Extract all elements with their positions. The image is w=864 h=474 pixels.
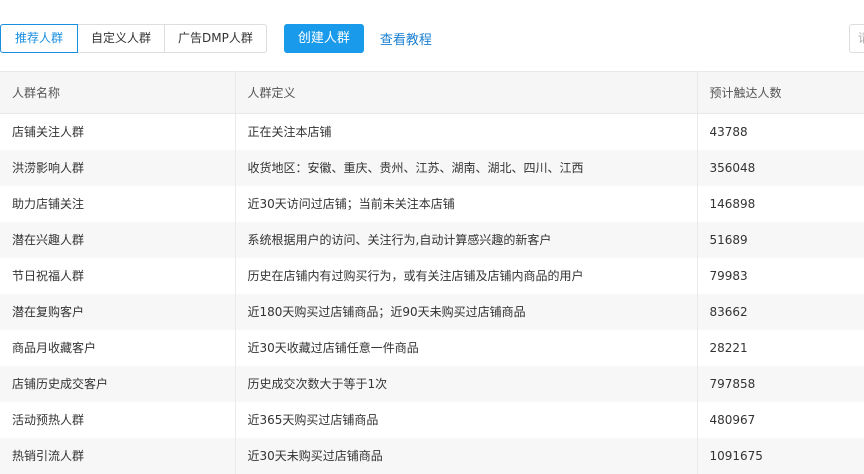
table-row[interactable]: 潜在兴趣人群 系统根据用户的访问、关注行为,自动计算感兴趣的新客户 51689	[0, 221, 864, 258]
audience-name: 热销引流人群	[0, 437, 236, 474]
create-audience-button[interactable]: 创建人群	[283, 24, 364, 53]
column-header-definition: 人群定义	[235, 71, 698, 114]
estimated-reach: 356048	[697, 149, 864, 186]
audience-name: 潜在兴趣人群	[0, 221, 236, 258]
audience-name: 店铺关注人群	[0, 113, 236, 150]
estimated-reach: 480967	[709, 412, 756, 427]
column-header-reach: 预计触达人数	[697, 71, 864, 114]
audience-definition: 近365天购买过店铺商品	[235, 401, 698, 438]
audience-definition: 收货地区：安徽、重庆、贵州、江苏、湖南、湖北、四川、江西	[235, 149, 698, 186]
estimated-reach: 28221	[709, 340, 748, 355]
audience-definition: 近30天访问过店铺；当前未关注本店铺	[235, 185, 698, 222]
audience-definition: 正在关注本店铺	[235, 113, 698, 150]
table-row[interactable]: 洪涝影响人群 收货地区：安徽、重庆、贵州、江苏、湖南、湖北、四川、江西 356048	[0, 149, 864, 186]
audience-name: 节日祝福人群	[0, 257, 236, 294]
view-tutorial-link[interactable]: 查看教程	[380, 29, 432, 48]
table-row[interactable]: 热销引流人群 近30天未购买过店铺商品 1091675	[0, 437, 864, 474]
table-row[interactable]: 店铺关注人群 正在关注本店铺 43788	[0, 113, 864, 150]
audience-type-tabs: 推荐人群 自定义人群 广告DMP人群	[0, 24, 267, 53]
audience-name: 店铺历史成交客户	[0, 365, 236, 402]
table-row[interactable]: 助力店铺关注 近30天访问过店铺；当前未关注本店铺 146898	[0, 185, 864, 222]
table-row[interactable]: 店铺历史成交客户 历史成交次数大于等于1次 797858	[0, 365, 864, 402]
table-row[interactable]: 活动预热人群 近365天购买过店铺商品 480967	[0, 401, 864, 438]
toolbar: 推荐人群 自定义人群 广告DMP人群 创建人群 查看教程	[0, 24, 432, 53]
audience-name: 洪涝影响人群	[0, 149, 236, 186]
search-input[interactable]: 请	[849, 24, 864, 53]
audience-definition: 近180天购买过店铺商品；近90天未购买过店铺商品	[235, 293, 698, 330]
estimated-reach: 1091675	[697, 437, 864, 474]
table-row[interactable]: 节日祝福人群 历史在店铺内有过购买行为，或有关注店铺及店铺内商品的用户 79983	[0, 257, 864, 294]
estimated-reach: 797858	[697, 365, 864, 402]
audience-name: 商品月收藏客户	[0, 329, 236, 366]
estimated-reach: 43788	[709, 124, 748, 139]
estimated-reach: 146898	[709, 196, 756, 211]
tab-recommended[interactable]: 推荐人群	[0, 24, 79, 53]
audience-definition: 近30天收藏过店铺任意一件商品	[235, 329, 698, 366]
audience-table: 人群名称 人群定义 预计触达人数 店铺关注人群 正在关注本店铺 43788 洪涝影响人…	[0, 71, 864, 474]
audience-name: 助力店铺关注	[0, 185, 236, 222]
audience-definition: 近30天未购买过店铺商品	[235, 437, 698, 474]
estimated-reach: 83662	[697, 293, 864, 330]
estimated-reach: 79983	[709, 268, 748, 283]
audience-definition: 系统根据用户的访问、关注行为,自动计算感兴趣的新客户	[235, 221, 698, 258]
table-row[interactable]: 商品月收藏客户 近30天收藏过店铺任意一件商品 28221	[0, 329, 864, 366]
estimated-reach: 51689	[697, 221, 864, 258]
tab-dmp[interactable]: 广告DMP人群	[165, 25, 266, 52]
table-row[interactable]: 潜在复购客户 近180天购买过店铺商品；近90天未购买过店铺商品 83662	[0, 293, 864, 330]
audience-name: 潜在复购客户	[0, 293, 236, 330]
table-header: 人群名称 人群定义 预计触达人数	[0, 71, 864, 114]
audience-definition: 历史在店铺内有过购买行为，或有关注店铺及店铺内商品的用户	[235, 257, 698, 294]
audience-definition: 历史成交次数大于等于1次	[235, 365, 698, 402]
tab-custom[interactable]: 自定义人群	[78, 25, 166, 52]
audience-name: 活动预热人群	[0, 401, 236, 438]
column-header-name: 人群名称	[0, 71, 236, 114]
